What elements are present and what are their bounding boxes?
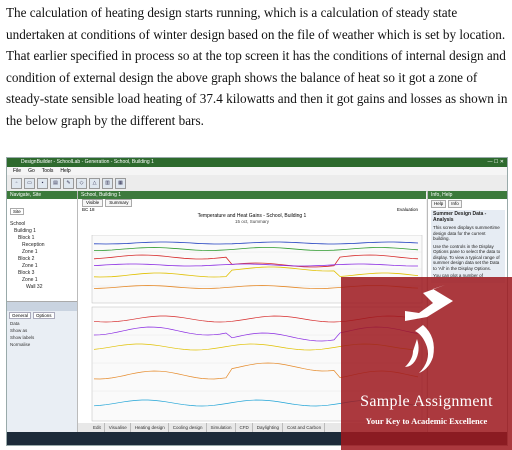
tool-icon: ▦ bbox=[115, 177, 126, 189]
field-label: Data bbox=[10, 321, 20, 326]
site-tab: Site bbox=[10, 208, 24, 215]
tool-icon: ▥ bbox=[102, 177, 113, 189]
graph-right-label: Evaluation bbox=[396, 207, 418, 212]
menu-go: Go bbox=[28, 168, 35, 174]
tool-icon: △ bbox=[89, 177, 100, 189]
body-paragraph: The calculation of heating design starts… bbox=[6, 2, 508, 132]
tool-icon: ◇ bbox=[76, 177, 87, 189]
field-label: Normalise bbox=[10, 342, 31, 347]
help-pane-header: Info, Help bbox=[428, 191, 507, 199]
open-icon: ▭ bbox=[24, 177, 35, 189]
window-titlebar: DesignBuilder - SchoolLab - Generation -… bbox=[7, 158, 507, 167]
tree-item: School bbox=[10, 221, 26, 227]
tree-item: Reception bbox=[22, 242, 45, 248]
print-icon: ▤ bbox=[50, 177, 61, 189]
help-tab: Help bbox=[431, 200, 447, 208]
help-text: Use the controls in the Display Options … bbox=[433, 243, 501, 271]
visible-tab: Visible bbox=[82, 199, 104, 207]
help-content: Summer Design Data - Analysis This scree… bbox=[431, 210, 505, 283]
toolbar: ▫ ▭ ▪ ▤ ✎ ◇ △ ▥ ▦ bbox=[7, 175, 507, 192]
building-tree: School Building 1 Block 1 Reception Zone… bbox=[7, 219, 77, 293]
paragraph-line: the below graph by the different bars. bbox=[6, 112, 204, 128]
watermark-tagline: Your Key to Academic Excellence bbox=[365, 416, 488, 426]
graph-subtitle: 15 oct, Summary bbox=[234, 219, 269, 224]
options-tab: Options bbox=[33, 312, 55, 319]
bottom-tab: Heating design bbox=[132, 423, 169, 432]
display-options-pane: General Options Data Show as Show labels… bbox=[7, 301, 77, 433]
paragraph-line: condition of external design the above g… bbox=[6, 69, 478, 85]
paragraph-line: steady-state sensible load heating of 37… bbox=[6, 91, 508, 107]
graph-left-label: BC 18 bbox=[82, 207, 95, 212]
watermark-badge: Sample Assignment Your Key to Academic E… bbox=[341, 277, 512, 450]
paragraph-line: That earlier specified in process so at … bbox=[6, 48, 506, 64]
general-tab: General bbox=[9, 312, 32, 319]
bottom-tab: CFD bbox=[237, 423, 253, 432]
bottom-tab: Cost and Carbon bbox=[284, 423, 326, 432]
bottom-tab: Daylighting bbox=[254, 423, 284, 432]
field-label: Show labels bbox=[10, 335, 35, 340]
info-tab: Info bbox=[448, 200, 462, 208]
summary-tab: Summary bbox=[105, 199, 133, 207]
menu-bar: File Go Tools Help bbox=[7, 167, 507, 175]
tree-item: Zone 1 bbox=[22, 277, 38, 283]
menu-tools: Tools bbox=[41, 168, 54, 174]
tree-item: Zone 1 bbox=[22, 249, 38, 255]
tree-item: Building 1 bbox=[14, 228, 36, 234]
tree-item: Block 1 bbox=[18, 235, 35, 241]
bottom-tab: Edit bbox=[90, 423, 105, 432]
graph-pane-header: School, Building 1 bbox=[78, 191, 426, 199]
help-title: Summer Design Data - Analysis bbox=[433, 211, 487, 223]
bottom-tab: Simulation bbox=[208, 423, 236, 432]
window-title: DesignBuilder - SchoolLab - Generation -… bbox=[21, 159, 154, 165]
left-pane: Navigate, Site Site School Building 1 Bl… bbox=[7, 191, 78, 433]
window-controls-icon: — ☐ ✕ bbox=[487, 159, 504, 165]
help-text: This screen displays summertime design d… bbox=[433, 225, 500, 241]
tree-item: Wall 32 bbox=[26, 284, 43, 290]
watermark-name: Sample Assignment bbox=[360, 393, 493, 410]
new-icon: ▫ bbox=[11, 177, 22, 189]
paragraph-line: The calculation of heating design starts… bbox=[6, 5, 458, 20]
field-label: Show as bbox=[10, 328, 28, 333]
bottom-tab: Visualise bbox=[106, 423, 131, 432]
save-icon: ▪ bbox=[37, 177, 48, 189]
bottom-tab: Cooling design bbox=[170, 423, 207, 432]
menu-file: File bbox=[13, 168, 22, 174]
paragraph-line: undertaken at conditions of winter desig… bbox=[6, 26, 506, 42]
left-pane-header: Navigate, Site bbox=[7, 191, 77, 199]
tree-item: Block 3 bbox=[18, 270, 35, 276]
tree-item: Zone 1 bbox=[22, 263, 38, 269]
watermark-logo-icon bbox=[405, 285, 453, 373]
tree-item: Block 2 bbox=[18, 256, 35, 262]
tool-icon: ✎ bbox=[63, 177, 74, 189]
menu-help: Help bbox=[60, 168, 71, 174]
